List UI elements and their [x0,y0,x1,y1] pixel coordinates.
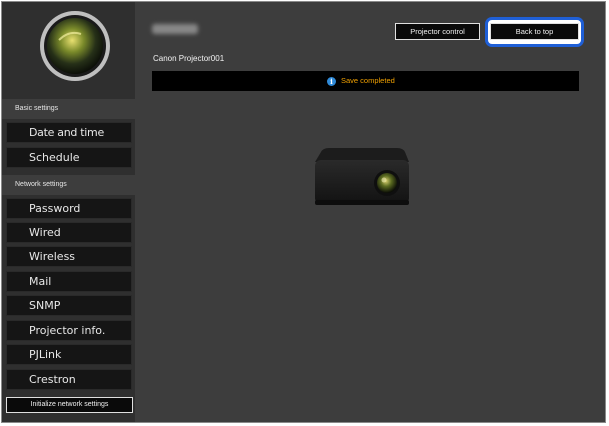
basic-settings-header: Basic settings [2,99,135,119]
back-to-top-button[interactable]: Back to top [490,23,579,40]
sidebar-item-snmp[interactable]: SNMP [6,295,132,316]
sidebar-item-mail[interactable]: Mail [6,271,132,292]
network-settings-header: Network settings [2,175,135,195]
sidebar: Basic settings Date and time settings Sc… [2,2,135,422]
lens-logo-icon [39,10,111,82]
app-window: Basic settings Date and time settings Sc… [1,1,606,423]
sidebar-item-password[interactable]: Password [6,198,132,219]
sidebar-item-projector-info[interactable]: Projector info. [6,320,132,341]
initialize-network-settings-button[interactable]: Initialize network settings [6,397,133,413]
blurred-model-name [152,24,198,34]
sidebar-item-pjlink[interactable]: PJLink [6,344,132,365]
status-bar: i Save completed [152,71,579,91]
sidebar-item-wired[interactable]: Wired [6,222,132,243]
back-to-top-highlight: Back to top [485,17,584,47]
sidebar-item-crestron[interactable]: Crestron [6,369,132,390]
sidebar-item-date-time[interactable]: Date and time settings [6,122,132,158]
status-message: Save completed [341,76,395,85]
projector-name: Canon Projector001 [153,54,225,63]
sidebar-item-schedule[interactable]: Schedule [6,147,132,168]
sidebar-item-wireless[interactable]: Wireless [6,246,132,267]
projector-image [313,148,411,208]
info-icon: i [327,76,336,86]
projector-control-button[interactable]: Projector control [395,23,480,40]
